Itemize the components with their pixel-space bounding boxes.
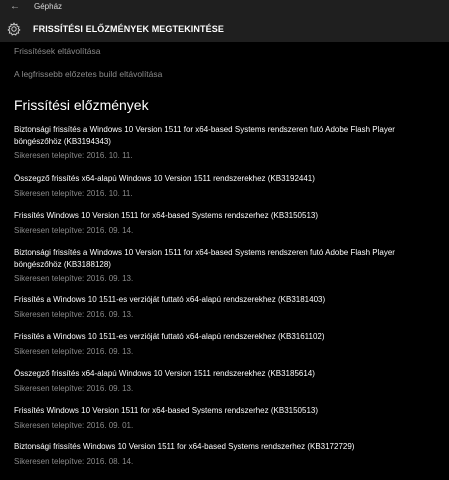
update-name[interactable]: Biztonsági frissítés a Windows 10 Versio… — [14, 124, 444, 147]
update-entry[interactable]: Frissítés Windows 10 Version 1511 for x6… — [14, 405, 444, 431]
update-name[interactable]: Összegző frissítés x64-alapú Windows 10 … — [14, 173, 444, 185]
update-name[interactable]: Frissítés Windows 10 Version 1511 for x6… — [14, 405, 444, 417]
update-status: Sikeresen telepítve: 2016. 10. 11. — [14, 151, 133, 160]
update-entry[interactable]: Frissítés Windows 10 Version 1511 for x6… — [14, 210, 444, 236]
page-header: FRISSÍTÉSI ELŐZMÉNYEK MEGTEKINTÉSE — [0, 14, 449, 42]
uninstall-preview-build-link[interactable]: A legfrissebb előzetes build eltávolítás… — [14, 69, 162, 79]
update-entry[interactable]: Biztonsági frissítés a Windows 10 Versio… — [14, 124, 444, 161]
page-title: FRISSÍTÉSI ELŐZMÉNYEK MEGTEKINTÉSE — [33, 24, 224, 34]
update-entry[interactable]: Frissítés a Windows 10 1511-es verzióját… — [14, 294, 444, 320]
update-status: Sikeresen telepítve: 2016. 09. 14. — [14, 225, 134, 235]
window-title: Gépház — [34, 2, 63, 11]
update-name[interactable]: Frissítés a Windows 10 1511-es verzióját… — [14, 294, 444, 306]
update-status: Sikeresen telepítve: 2016. 09. 13. — [14, 274, 134, 283]
update-entry[interactable]: Frissítés a Windows 10 1511-es verzióját… — [14, 331, 444, 357]
section-title: Frissítési előzmények — [14, 97, 149, 113]
uninstall-updates-link[interactable]: Frissítések eltávolítása — [14, 46, 100, 56]
update-status: Sikeresen telepítve: 2016. 08. 14. — [14, 456, 134, 466]
update-name[interactable]: Összegző frissítés x64-alapú Windows 10 … — [14, 368, 444, 380]
update-entry[interactable]: Biztonsági frissítés Windows 10 Version … — [14, 441, 444, 467]
title-bar: ← Gépház — [0, 0, 449, 14]
update-status: Sikeresen telepítve: 2016. 09. 13. — [14, 383, 134, 393]
settings-window: ← Gépház FRISSÍTÉSI ELŐZMÉNYEK MEGTEKINT… — [0, 0, 449, 480]
update-entry[interactable]: Összegző frissítés x64-alapú Windows 10 … — [14, 173, 444, 199]
update-name[interactable]: Frissítés a Windows 10 1511-es verzióját… — [14, 331, 444, 343]
update-status: Sikeresen telepítve: 2016. 09. 13. — [14, 309, 134, 319]
update-entry[interactable]: Összegző frissítés x64-alapú Windows 10 … — [14, 368, 444, 394]
update-name[interactable]: Biztonsági frissítés a Windows 10 Versio… — [14, 247, 444, 270]
update-status: Sikeresen telepítve: 2016. 10. 11. — [14, 188, 133, 198]
back-arrow-icon[interactable]: ← — [6, 0, 24, 14]
update-name[interactable]: Biztonsági frissítés Windows 10 Version … — [14, 441, 444, 453]
update-status: Sikeresen telepítve: 2016. 09. 01. — [14, 420, 134, 430]
gear-icon — [7, 22, 21, 36]
update-entry[interactable]: Biztonsági frissítés a Windows 10 Versio… — [14, 247, 444, 284]
update-name[interactable]: Frissítés Windows 10 Version 1511 for x6… — [14, 210, 444, 222]
update-status: Sikeresen telepítve: 2016. 09. 13. — [14, 346, 134, 356]
